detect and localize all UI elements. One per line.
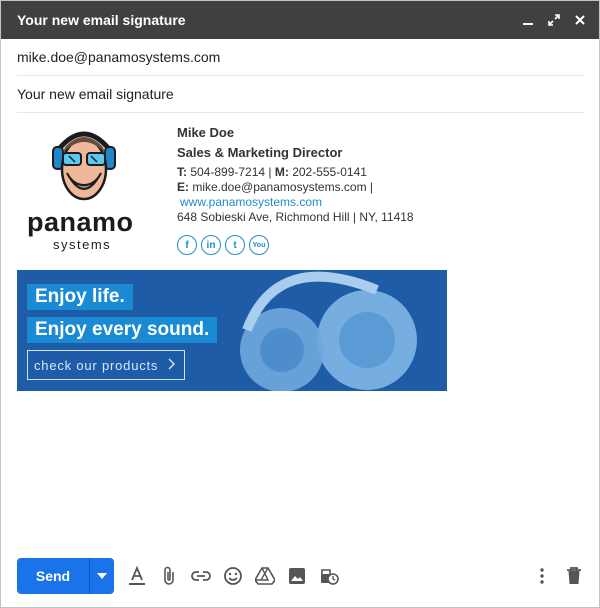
send-button-group: Send (17, 558, 114, 594)
minimize-icon[interactable] (519, 11, 537, 29)
website-link[interactable]: www.panamosystems.com (177, 195, 414, 210)
to-field[interactable]: mike.doe@panamosystems.com (17, 39, 585, 76)
expand-icon[interactable] (545, 11, 563, 29)
send-button[interactable]: Send (17, 558, 89, 594)
contact-name: Mike Doe (177, 125, 235, 140)
text-format-icon[interactable] (126, 565, 148, 587)
banner-line-1: Enjoy life. (27, 284, 133, 310)
chevron-right-icon (168, 358, 176, 373)
logo-wordmark: panamo (27, 207, 134, 237)
address: 648 Sobieski Ave, Richmond Hill | NY, 11… (177, 210, 414, 224)
youtube-icon[interactable]: You (249, 235, 269, 255)
banner-line-2: Enjoy every sound. (27, 317, 218, 343)
check-products-button[interactable]: check our products (27, 350, 185, 380)
cta-label: check our products (34, 357, 159, 373)
mascot-icon (52, 131, 116, 201)
more-options-icon[interactable] (531, 565, 553, 587)
link-icon[interactable] (190, 565, 212, 587)
schedule-icon[interactable] (318, 565, 340, 587)
send-options-icon[interactable] (89, 558, 114, 594)
emoji-icon[interactable] (222, 565, 244, 587)
email-line: E: mike.doe@panamosystems.com | (177, 180, 374, 194)
window-title: Your new email signature (17, 12, 186, 28)
phone-line: T: 504-899-7214 | M: 202-555-0141 (177, 165, 367, 179)
contact-info: Mike Doe Sales & Marketing Director T: 5… (177, 125, 414, 255)
facebook-icon[interactable]: f (177, 235, 197, 255)
compose-window: Your new email signature mike.doe@panamo… (0, 0, 600, 608)
message-body[interactable]: panamo systems Mike Doe Sales & Marketin… (1, 113, 599, 391)
image-icon[interactable] (286, 565, 308, 587)
contact-role: Sales & Marketing Director (177, 145, 343, 160)
close-icon[interactable] (571, 11, 589, 29)
twitter-icon[interactable]: t (225, 235, 245, 255)
linkedin-icon[interactable]: in (201, 235, 221, 255)
attach-icon[interactable] (158, 565, 180, 587)
trash-icon[interactable] (563, 565, 585, 587)
compose-toolbar: Send (17, 558, 585, 594)
social-icons: f in t You (177, 235, 414, 255)
promo-banner[interactable]: Enjoy life. Enjoy every sound. check our… (17, 270, 447, 391)
compose-titlebar[interactable]: Your new email signature (1, 1, 599, 39)
drive-icon[interactable] (254, 565, 276, 587)
logo-subtitle: systems (53, 237, 112, 252)
subject-field[interactable]: Your new email signature (17, 76, 585, 113)
headphones-image (240, 271, 417, 391)
company-logo: panamo systems (17, 123, 147, 258)
email-signature: panamo systems Mike Doe Sales & Marketin… (17, 123, 583, 258)
email-link[interactable]: mike.doe@panamosystems.com | (189, 180, 373, 194)
